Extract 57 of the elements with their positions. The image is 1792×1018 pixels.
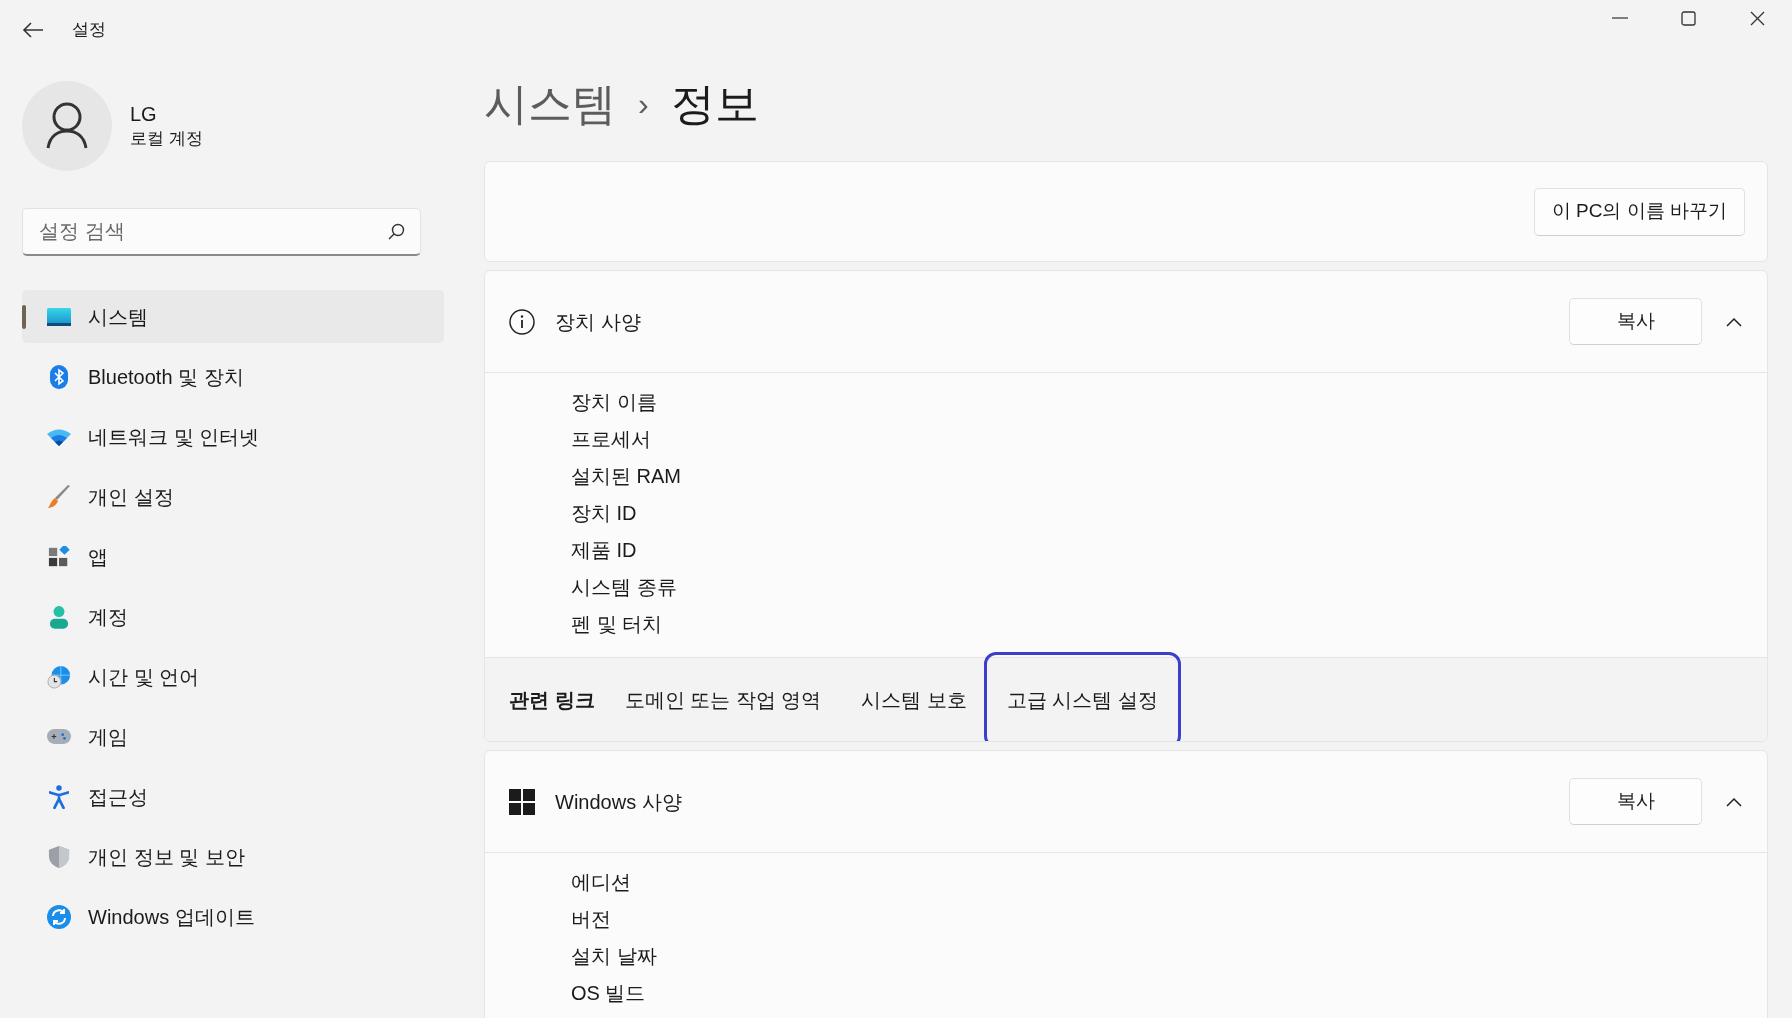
sidebar-item[interactable]: 개인 설정: [22, 470, 444, 523]
search-icon: [387, 223, 405, 241]
gamepad-icon: [47, 729, 71, 744]
sidebar-item[interactable]: 시간 및 언어: [22, 650, 444, 703]
wifi-icon: [47, 427, 71, 446]
sidebar-item[interactable]: 개인 정보 및 보안: [22, 830, 444, 883]
sidebar-item[interactable]: 게임: [22, 710, 444, 763]
close-icon[interactable]: [1750, 10, 1765, 26]
page-title: 정보: [670, 78, 759, 130]
maximize-icon[interactable]: [1681, 10, 1696, 26]
breadcrumb-separator: ›: [638, 85, 649, 124]
copy-button[interactable]: 복사: [1569, 298, 1702, 345]
related-link[interactable]: 고급 시스템 설정: [983, 651, 1181, 741]
section-title: Windows 사양: [555, 789, 683, 815]
spec-label: 시스템 종류: [571, 575, 678, 600]
bluetooth-icon: [50, 364, 68, 389]
back-arrow-icon[interactable]: [22, 21, 44, 39]
sidebar-item[interactable]: 계정: [22, 590, 444, 643]
chevron-icon[interactable]: [1726, 796, 1742, 807]
spec-label: 프로세서: [571, 427, 652, 452]
windows-logo-icon: [509, 788, 535, 815]
globe-clock-icon: [47, 664, 71, 689]
chevron-icon[interactable]: [1726, 316, 1742, 327]
info-icon: [509, 308, 535, 335]
spec-label: 설치 날짜: [571, 944, 658, 969]
monitor-icon: [47, 307, 71, 326]
rename-button[interactable]: 이 PC의 이름 바꾸기: [1533, 187, 1745, 236]
apps-icon: [48, 545, 70, 568]
sidebar-item[interactable]: 접근성: [22, 770, 444, 823]
search-field[interactable]: 설정 검색: [22, 208, 421, 256]
sidebar-item[interactable]: 네트워크 및 인터넷: [22, 410, 444, 463]
breadcrumb-parent[interactable]: 시스템: [484, 71, 616, 137]
account-name: LG: [130, 102, 158, 127]
sidebar-item[interactable]: 시스템: [22, 290, 444, 343]
sync-icon: [47, 904, 71, 929]
accessibility-icon: [49, 784, 69, 809]
spec-label: 펜 및 터치: [571, 612, 664, 637]
spec-label: 제품 ID: [571, 538, 638, 563]
section-title: 장치 사양: [555, 309, 642, 335]
related-links-title: 관련 링크: [509, 687, 595, 713]
related-link[interactable]: 도메인 또는 작업 영역: [604, 651, 842, 741]
sidebar-item[interactable]: 앱: [22, 530, 444, 583]
spec-label: 설치된 RAM: [571, 464, 682, 489]
spec-label: 버전: [571, 907, 612, 932]
paintbrush-icon: [47, 484, 71, 509]
spec-label: OS 빌드: [571, 981, 647, 1006]
sidebar-item[interactable]: Bluetooth 및 장치: [22, 350, 444, 403]
spec-label: 장치 ID: [571, 501, 638, 526]
shield-icon: [48, 845, 70, 868]
spec-label: 장치 이름: [571, 390, 658, 415]
person-icon: [49, 604, 69, 629]
account-type: 로컬 계정: [130, 128, 203, 150]
minimize-icon[interactable]: [1611, 17, 1628, 19]
copy-button[interactable]: 복사: [1569, 778, 1702, 825]
window-title: 설정: [72, 19, 106, 42]
spec-label: 에디션: [571, 870, 632, 895]
sidebar-item[interactable]: Windows 업데이트: [22, 890, 444, 943]
